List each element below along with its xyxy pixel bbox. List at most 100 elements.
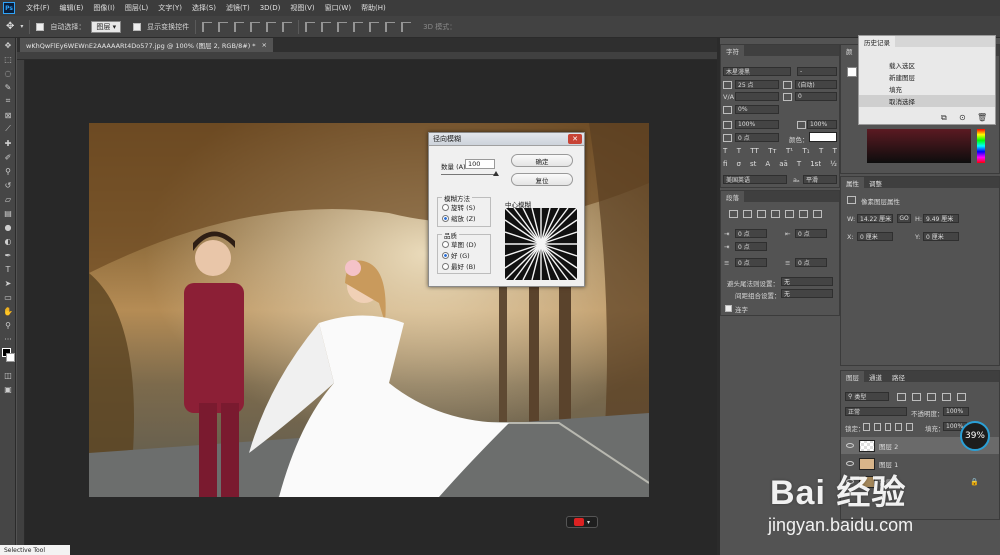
tracking-field[interactable]: 0: [795, 92, 837, 101]
menu-image[interactable]: 图像(I): [88, 3, 120, 13]
distribute-hcenter-icon[interactable]: [369, 21, 380, 32]
history-item[interactable]: 新建图层: [859, 71, 995, 83]
align-bottom-icon[interactable]: [234, 21, 245, 32]
filter-type-icon[interactable]: [927, 393, 936, 401]
horizontal-ruler[interactable]: [17, 52, 717, 60]
language-select[interactable]: 美国英语: [723, 175, 787, 184]
amount-input[interactable]: 100: [465, 159, 495, 169]
amount-slider-track[interactable]: [441, 174, 497, 175]
ordinal-button[interactable]: T: [797, 160, 801, 170]
align-left-text-icon[interactable]: [729, 210, 738, 218]
blur-center-preview[interactable]: [505, 208, 577, 280]
space-after-field[interactable]: 0 点: [795, 258, 827, 267]
pen-tool-icon[interactable]: ✒: [0, 248, 16, 262]
more-tools-icon[interactable]: ···: [0, 332, 16, 346]
lock-pixels-icon[interactable]: [873, 423, 881, 431]
screen-mode-icon[interactable]: ▣: [0, 382, 16, 396]
camera-icon[interactable]: ⊙: [959, 113, 966, 122]
chevron-down-icon[interactable]: ▾: [587, 519, 590, 526]
tab-adjustments[interactable]: 调整: [864, 177, 887, 188]
menu-layer[interactable]: 图层(L): [120, 3, 153, 13]
y-field[interactable]: 0 厘米: [923, 232, 959, 241]
subscript-button[interactable]: T₁: [802, 147, 809, 157]
chevron-down-icon[interactable]: ▾: [20, 23, 23, 30]
hand-tool-icon[interactable]: ✋: [0, 304, 16, 318]
alternate-button[interactable]: A: [765, 160, 770, 170]
align-left-icon[interactable]: [250, 21, 261, 32]
fraction-button[interactable]: 1st: [810, 160, 821, 170]
history-item-selected[interactable]: 取消选择: [859, 95, 995, 107]
auto-align-icon[interactable]: [401, 21, 412, 32]
space-before-field[interactable]: 0 点: [735, 258, 767, 267]
method-zoom-option[interactable]: 缩放 (Z): [442, 213, 490, 223]
anti-alias-select[interactable]: 平滑: [803, 175, 837, 184]
auto-select-dropdown[interactable]: 图层 ▾: [91, 20, 122, 33]
distribute-vcenter-icon[interactable]: [321, 21, 332, 32]
distribute-bottom-icon[interactable]: [337, 21, 348, 32]
opacity-field[interactable]: 100%: [943, 407, 969, 416]
document-tab[interactable]: wKhQwFlEy6WEWnE2AAAAARt4Do577.jpg @ 100%…: [20, 38, 273, 52]
eraser-tool-icon[interactable]: ▱: [0, 192, 16, 206]
trash-icon[interactable]: 🗑: [977, 113, 987, 122]
link-dimensions-button[interactable]: GO: [897, 214, 911, 223]
gradient-tool-icon[interactable]: ▤: [0, 206, 16, 220]
swash-button[interactable]: st: [750, 160, 756, 170]
radio-zoom[interactable]: [442, 214, 449, 222]
lock-all-icon[interactable]: [906, 423, 913, 431]
font-size-field[interactable]: 25 点: [735, 80, 779, 89]
width-field[interactable]: 14.22 厘米: [857, 214, 893, 223]
font-style-select[interactable]: -: [797, 67, 837, 76]
frame-tool-icon[interactable]: ⊠: [0, 108, 16, 122]
tab-character[interactable]: 字符: [721, 45, 744, 56]
height-field[interactable]: 9.49 厘米: [923, 214, 959, 223]
distribute-right-icon[interactable]: [385, 21, 396, 32]
menu-help[interactable]: 帮助(H): [356, 3, 391, 13]
new-document-from-state-icon[interactable]: ⧉: [941, 113, 947, 123]
lock-artboard-icon[interactable]: [895, 423, 903, 431]
menu-edit[interactable]: 编辑(E): [55, 3, 89, 13]
vertical-scale-field[interactable]: 100%: [735, 120, 779, 129]
menu-filter[interactable]: 滤镜(T): [221, 3, 255, 13]
crop-tool-icon[interactable]: ⌗: [0, 94, 16, 108]
show-transform-checkbox[interactable]: [133, 22, 142, 31]
color-field[interactable]: [867, 129, 971, 163]
shape-tool-icon[interactable]: ▭: [0, 290, 16, 304]
kerning-field[interactable]: [735, 92, 779, 101]
filter-shape-icon[interactable]: [942, 393, 951, 401]
menu-window[interactable]: 窗口(W): [320, 3, 356, 13]
foreground-swatch[interactable]: [847, 67, 857, 77]
close-button[interactable]: ✕: [568, 134, 582, 144]
quick-mask-icon[interactable]: ◫: [0, 368, 16, 382]
tab-color[interactable]: 颜: [841, 45, 858, 56]
dialog-title-bar[interactable]: 径向模糊: [429, 133, 584, 146]
titling-button[interactable]: aā: [779, 160, 788, 170]
radio-spin[interactable]: [442, 203, 449, 211]
input-method-widget[interactable]: ▾: [566, 516, 598, 528]
type-tool-icon[interactable]: T: [0, 262, 16, 276]
tab-paths[interactable]: 路径: [887, 371, 910, 382]
menu-type[interactable]: 文字(Y): [153, 3, 187, 13]
kinsoku-select[interactable]: 无: [781, 277, 833, 286]
font-family-select[interactable]: 木星漫黑: [723, 67, 791, 76]
strikethrough-button[interactable]: T: [833, 147, 837, 157]
quality-best-option[interactable]: 最好 (B): [442, 261, 490, 271]
menu-3d[interactable]: 3D(D): [255, 4, 286, 12]
align-vcenter-icon[interactable]: [218, 21, 229, 32]
method-spin-option[interactable]: 旋转 (S): [442, 202, 490, 212]
background-color-icon[interactable]: [6, 353, 15, 362]
history-item[interactable]: 填充: [859, 83, 995, 95]
justify-left-icon[interactable]: [771, 210, 780, 218]
menu-select[interactable]: 选择(S): [187, 3, 221, 13]
faux-bold-button[interactable]: T: [723, 147, 727, 157]
justify-all-icon[interactable]: [813, 210, 822, 218]
distribute-top-icon[interactable]: [305, 21, 316, 32]
mojikumi-select[interactable]: 无: [781, 289, 833, 298]
faux-italic-button[interactable]: T: [737, 147, 741, 157]
tab-channels[interactable]: 通道: [864, 371, 887, 382]
filter-pixel-icon[interactable]: [897, 393, 906, 401]
horizontal-scale-field[interactable]: 100%: [807, 120, 837, 129]
zoom-tool-icon[interactable]: ⚲: [0, 318, 16, 332]
radio-draft[interactable]: [442, 240, 449, 248]
lasso-tool-icon[interactable]: ◌: [0, 66, 16, 80]
indent-first-field[interactable]: 0 点: [735, 242, 767, 251]
